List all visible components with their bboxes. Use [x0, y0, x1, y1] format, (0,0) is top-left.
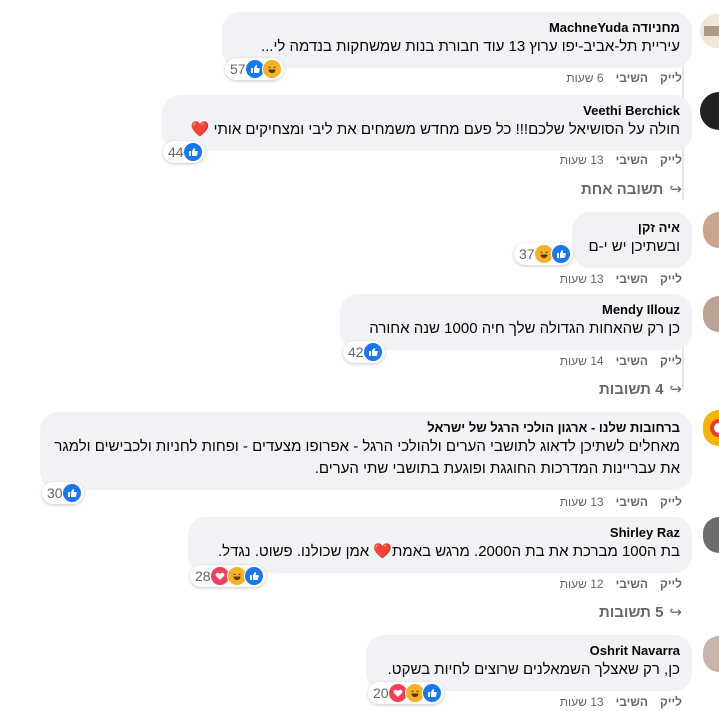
comment-meta: לייק השיבי 12 שעות [548, 577, 682, 591]
comment-meta: לייק השיבי 6 שעות [554, 71, 682, 85]
comment-author[interactable]: Mendy Illouz [352, 301, 680, 318]
like-action[interactable]: לייק [660, 354, 682, 368]
comment-author[interactable]: Veethi Berchick [174, 102, 680, 119]
comment-text: בת ה100 מברכת את בת ה2000. מרגש באמת❤️ א… [217, 543, 680, 560]
like-action[interactable]: לייק [660, 495, 682, 509]
comment-author[interactable]: Shirley Raz [200, 524, 680, 541]
like-icon [182, 142, 203, 162]
comment-text: חולה על הסושיאל שלכם!!! כל פעם מחדש משמח… [190, 121, 680, 138]
like-action[interactable]: לייק [660, 695, 682, 709]
like-action[interactable]: לייק [660, 577, 682, 591]
avatar[interactable] [703, 296, 719, 332]
comment-bubble: איה זקן ובשתיכן יש י-ם [572, 212, 692, 268]
reaction-summary[interactable]: 28 [190, 565, 266, 587]
comment-bubble: Shirley Raz בת ה100 מברכת את בת ה2000. מ… [188, 517, 692, 573]
reaction-summary[interactable]: 42 [343, 341, 385, 363]
avatar[interactable] [700, 92, 719, 130]
reaction-count: 42 [348, 344, 364, 360]
view-replies-link[interactable]: ↪ תשובה אחת [581, 180, 682, 198]
comment-text: עיריית תל-אביב-יפו ערוץ 13 עוד חבורת בנו… [260, 38, 680, 55]
timestamp[interactable]: 14 שעות [560, 354, 604, 368]
reaction-summary[interactable]: 37 [514, 243, 573, 265]
comment-meta: לייק השיבי 13 שעות [548, 695, 682, 709]
reply-arrow-icon: ↪ [669, 381, 682, 398]
timestamp[interactable]: 13 שעות [560, 272, 604, 286]
reply-action[interactable]: השיבי [616, 695, 648, 709]
timestamp[interactable]: 13 שעות [560, 153, 604, 167]
comment-bubble: מחניודה MachneYuda עיריית תל-אביב-יפו ער… [222, 12, 692, 68]
comment-text: כן רק שהאחות הגדולה שלך חיה 1000 שנה אחו… [369, 320, 680, 337]
avatar[interactable] [703, 410, 719, 446]
comment-meta: לייק השיבי 13 שעות [548, 495, 682, 509]
replies-count-label: תשובה אחת [580, 181, 664, 198]
reply-action[interactable]: השיבי [616, 71, 648, 85]
reaction-count: 57 [230, 61, 246, 77]
reply-action[interactable]: השיבי [616, 153, 648, 167]
like-action[interactable]: לייק [660, 153, 682, 167]
avatar[interactable] [703, 517, 719, 553]
comment-text: ובשתיכן יש י-ם [588, 238, 681, 255]
comment-bubble: Veethi Berchick חולה על הסושיאל שלכם!!! … [162, 95, 692, 151]
reaction-count: 28 [195, 568, 211, 584]
comment-meta: לייק השיבי 13 שעות [548, 272, 682, 286]
reply-action[interactable]: השיבי [616, 495, 648, 509]
like-action[interactable]: לייק [660, 71, 682, 85]
comment-author[interactable]: מחניודה MachneYuda [234, 19, 680, 36]
like-icon [243, 566, 264, 586]
like-icon [362, 342, 383, 362]
like-icon [421, 683, 442, 703]
avatar[interactable] [700, 14, 719, 48]
replies-count-label: 5 תשובות [598, 604, 664, 621]
timestamp[interactable]: 6 שעות [566, 71, 603, 85]
reply-action[interactable]: השיבי [616, 354, 648, 368]
timestamp[interactable]: 13 שעות [560, 695, 604, 709]
like-icon [550, 244, 571, 264]
view-replies-link[interactable]: ↪ 5 תשובות [599, 603, 682, 621]
comment-meta: לייק השיבי 13 שעות [548, 153, 682, 167]
comment-author[interactable]: איה זקן [584, 219, 680, 236]
reply-arrow-icon: ↪ [669, 604, 682, 621]
comment-text: כן, רק שאצלך השמאלנים שרוצים לחיות בשקט. [387, 661, 680, 678]
view-replies-link[interactable]: ↪ 4 תשובות [599, 380, 682, 398]
like-icon [61, 483, 82, 503]
like-action[interactable]: לייק [660, 272, 682, 286]
page-logo-icon [704, 26, 719, 36]
haha-icon [261, 59, 282, 79]
reaction-summary[interactable]: 20 [368, 682, 444, 704]
organization-logo-icon [710, 419, 719, 437]
reaction-count: 20 [373, 685, 389, 701]
comment-bubble: ברחובות שלנו - ארגון הולכי הרגל של ישראל… [40, 412, 692, 490]
comment-bubble: Mendy Illouz כן רק שהאחות הגדולה שלך חיה… [340, 294, 692, 350]
reaction-summary[interactable]: 30 [42, 482, 84, 504]
reaction-count: 44 [168, 144, 184, 160]
timestamp[interactable]: 12 שעות [560, 577, 604, 591]
reaction-count: 37 [519, 246, 535, 262]
reaction-count: 30 [47, 485, 63, 501]
replies-count-label: 4 תשובות [598, 381, 664, 398]
comment-author[interactable]: Oshrit Navarra [378, 642, 680, 659]
reaction-summary[interactable]: 44 [163, 141, 205, 163]
reaction-summary[interactable]: 57 [225, 58, 284, 80]
comment-author[interactable]: ברחובות שלנו - ארגון הולכי הרגל של ישראל [52, 419, 680, 436]
avatar[interactable] [703, 212, 719, 248]
avatar[interactable] [703, 636, 719, 672]
reply-action[interactable]: השיבי [616, 272, 648, 286]
reply-action[interactable]: השיבי [616, 577, 648, 591]
timestamp[interactable]: 13 שעות [560, 495, 604, 509]
comment-text: מאחלים לשתיכן לדאוג לתושבי הערים ולהולכי… [54, 438, 680, 477]
reply-arrow-icon: ↪ [669, 181, 682, 198]
comment-meta: לייק השיבי 14 שעות [548, 354, 682, 368]
